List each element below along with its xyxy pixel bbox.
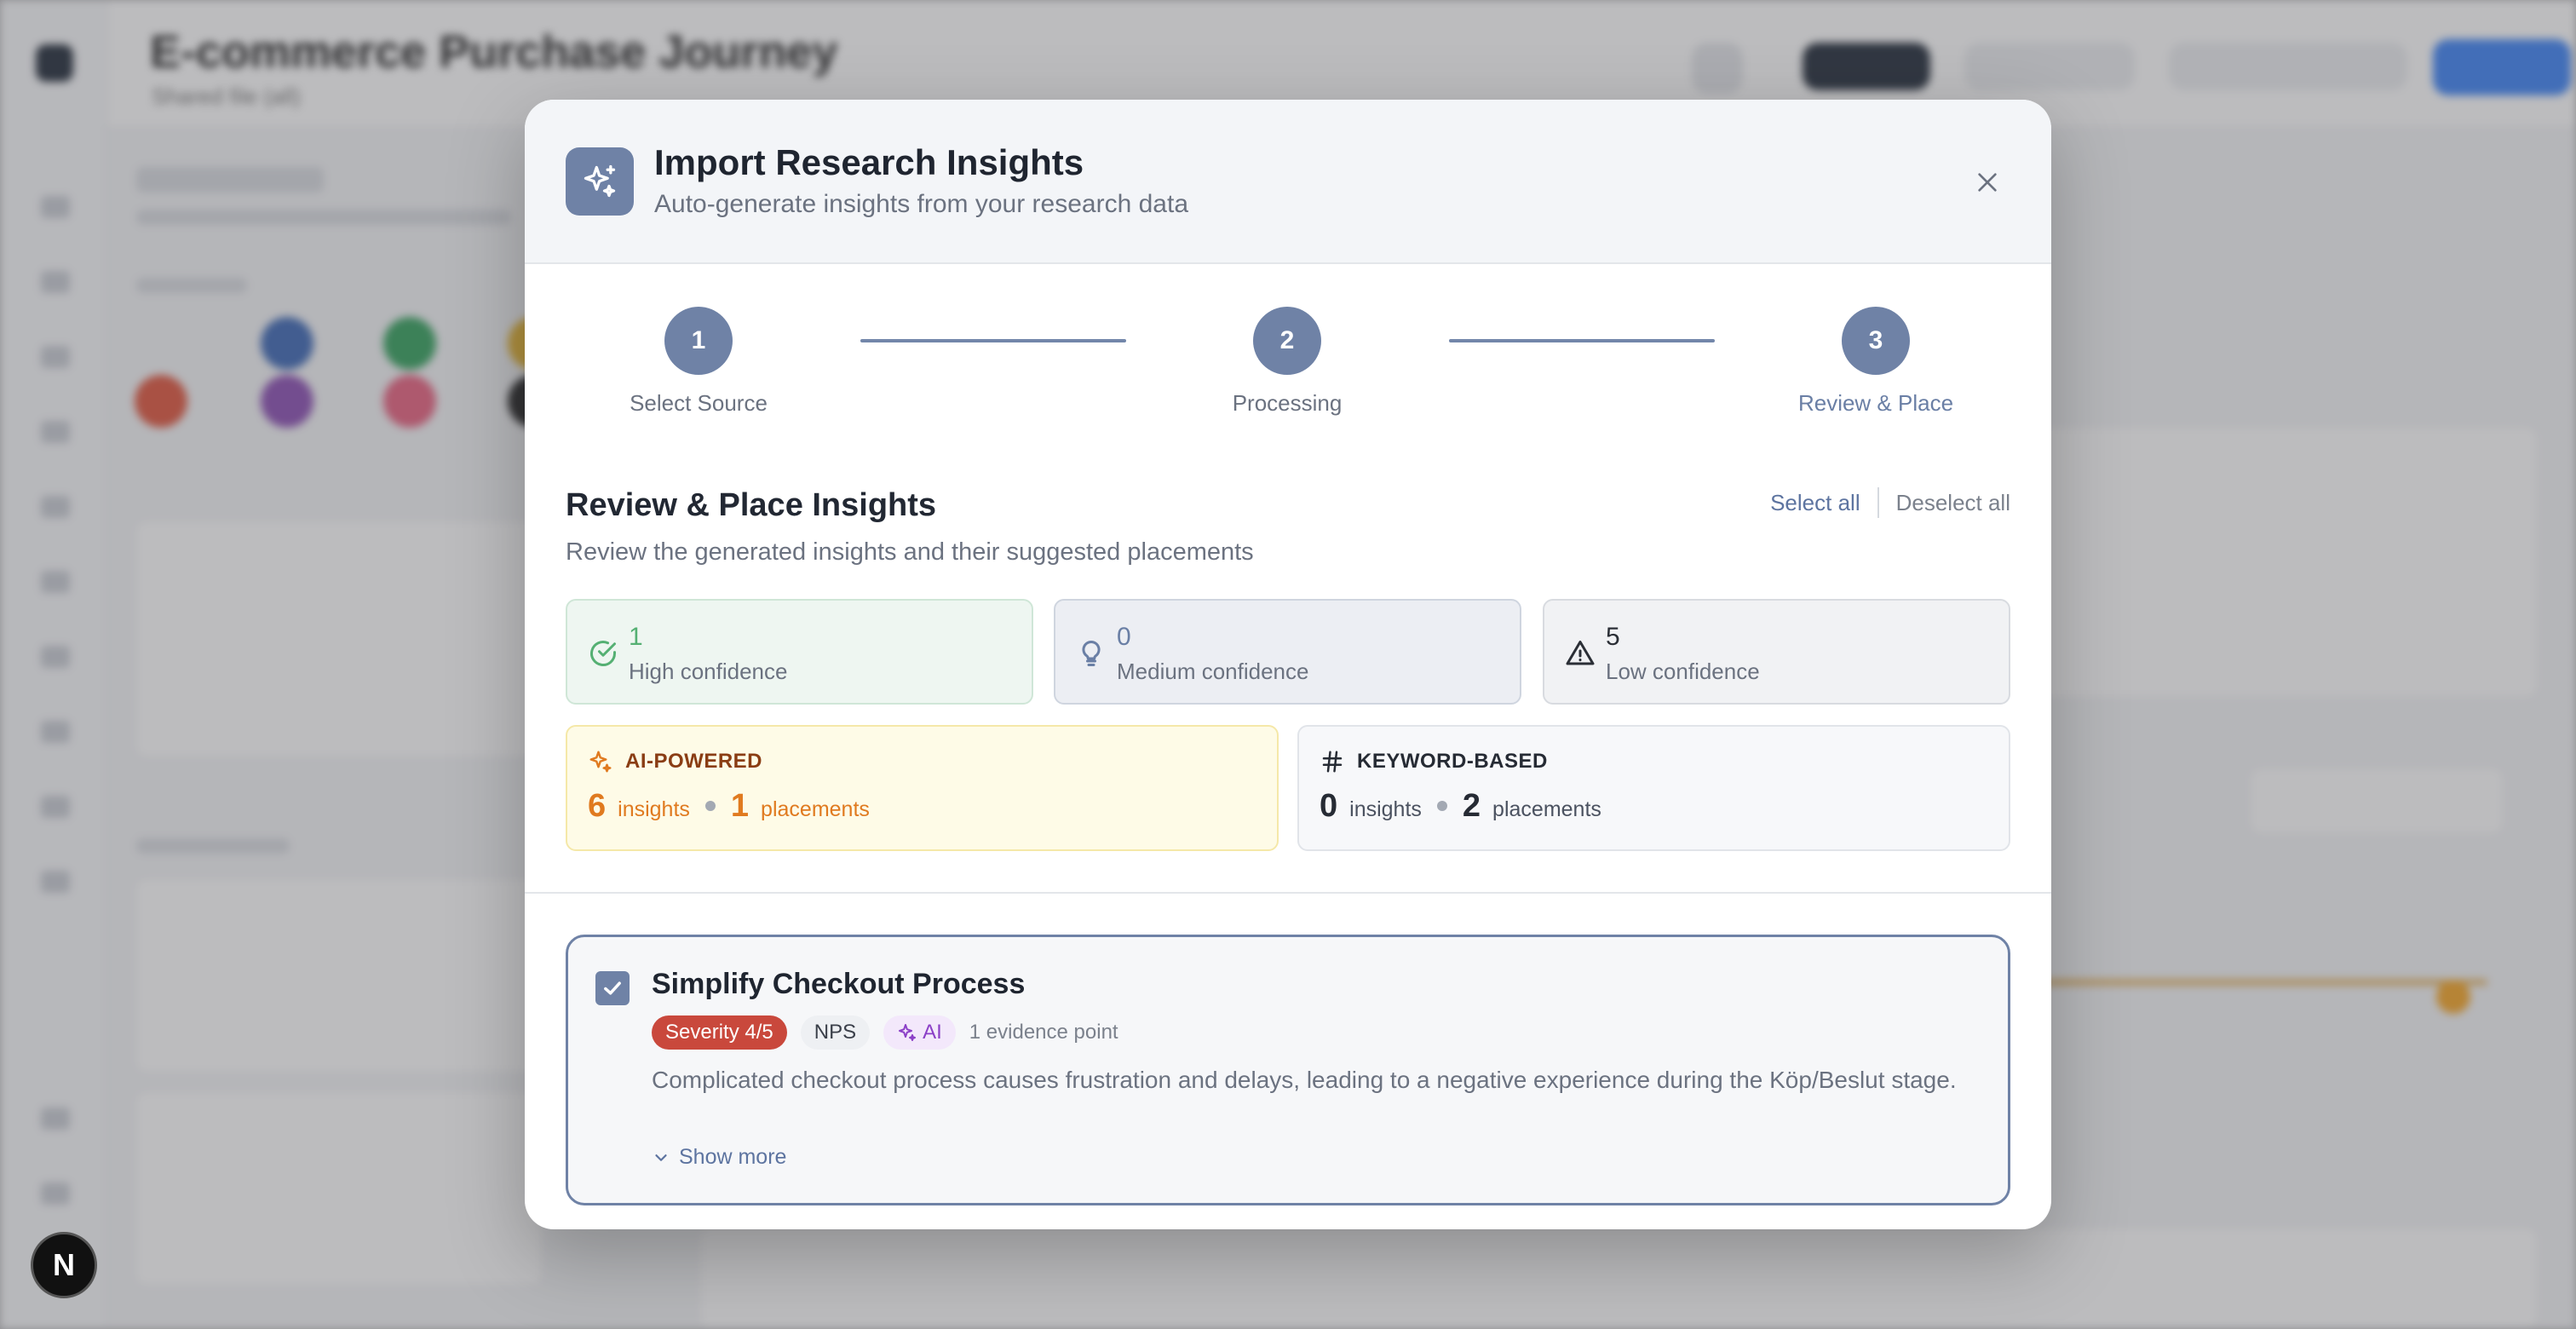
keyword-insights-count: 0 — [1320, 788, 1338, 824]
step-number: 1 — [664, 307, 733, 375]
show-more-label: Show more — [679, 1145, 787, 1169]
insight-checkbox[interactable] — [595, 971, 630, 1005]
ai-placements-count: 1 — [730, 788, 750, 824]
insight-tags: Severity 4/5 NPS AI 1 evidence point — [652, 1015, 1118, 1050]
step-label: Processing — [1232, 390, 1343, 416]
ai-placements-label: placements — [761, 797, 870, 821]
insight-title: Simplify Checkout Process — [652, 968, 1026, 1000]
medium-confidence-count: 0 — [1117, 623, 1131, 651]
deselect-all-link[interactable]: Deselect all — [1896, 490, 2010, 516]
low-confidence-card: 5 Low confidence — [1543, 599, 2010, 705]
ai-insights-count: 6 — [588, 788, 607, 824]
step-number: 2 — [1253, 307, 1321, 375]
dev-tools-badge[interactable]: N — [31, 1232, 97, 1298]
section-divider — [525, 892, 2051, 894]
step-processing: 2 Processing — [1202, 307, 1372, 417]
insight-card[interactable]: Simplify Checkout Process Severity 4/5 N… — [566, 935, 2010, 1205]
check-icon — [604, 981, 621, 995]
modal-header: Import Research Insights Auto-generate i… — [525, 100, 2051, 264]
low-confidence-count: 5 — [1606, 623, 1620, 651]
high-confidence-card: 1 High confidence — [566, 599, 1033, 705]
keyword-insights-label: insights — [1349, 797, 1422, 821]
ai-powered-card: AI-POWERED 6 insights 1 placements — [566, 725, 1279, 851]
select-all-link[interactable]: Select all — [1770, 490, 1860, 516]
sparkles-icon — [566, 147, 634, 216]
keyword-based-label: KEYWORD-BASED — [1357, 750, 1548, 773]
ai-badge: AI — [883, 1015, 956, 1050]
chevron-down-icon — [655, 1154, 667, 1161]
step-label: Review & Place — [1797, 390, 1954, 416]
warning-triangle-icon — [1566, 641, 1595, 665]
insight-description: Complicated checkout process causes frus… — [652, 1067, 1957, 1093]
step-select-source: 1 Select Source — [613, 307, 784, 417]
ai-badge-label: AI — [923, 1021, 942, 1044]
keyword-placements-count: 2 — [1462, 788, 1481, 824]
step-connector — [860, 339, 1126, 342]
low-confidence-label: Low confidence — [1606, 659, 1760, 684]
sparkles-icon — [589, 751, 612, 773]
modal-subtitle: Auto-generate insights from your researc… — [654, 190, 1188, 218]
bullet-separator — [704, 801, 716, 811]
link-divider — [1877, 487, 1879, 518]
step-number: 3 — [1842, 307, 1910, 375]
import-insights-modal: Import Research Insights Auto-generate i… — [525, 100, 2051, 1229]
ai-insights-label: insights — [618, 797, 690, 821]
evidence-count: 1 evidence point — [969, 1021, 1118, 1044]
section-description: Review the generated insights and their … — [566, 538, 1254, 566]
source-badge: NPS — [800, 1015, 871, 1050]
modal-title: Import Research Insights — [654, 142, 1084, 182]
high-confidence-label: High confidence — [629, 659, 788, 684]
step-label: Select Source — [630, 390, 768, 416]
step-connector — [1449, 339, 1715, 342]
close-button[interactable] — [1968, 163, 2007, 202]
selection-links: Select all Deselect all — [1770, 487, 2010, 518]
medium-confidence-label: Medium confidence — [1117, 659, 1309, 684]
bullet-separator — [1436, 801, 1447, 811]
check-circle-icon — [590, 641, 616, 666]
close-icon — [1978, 173, 1997, 192]
severity-badge: Severity 4/5 — [652, 1015, 787, 1050]
lightbulb-icon — [1082, 640, 1101, 666]
medium-confidence-card: 0 Medium confidence — [1054, 599, 1521, 705]
keyword-based-card: KEYWORD-BASED 0 insights 2 placements — [1297, 725, 2010, 851]
show-more-button[interactable]: Show more — [652, 1145, 786, 1170]
ai-powered-label: AI-POWERED — [625, 750, 762, 773]
step-review-place: 3 Review & Place — [1791, 307, 1961, 417]
sparkles-icon — [899, 1024, 917, 1041]
hash-icon — [1322, 751, 1343, 773]
high-confidence-count: 1 — [629, 623, 643, 651]
keyword-placements-label: placements — [1492, 797, 1601, 821]
section-title: Review & Place Insights — [566, 487, 937, 523]
